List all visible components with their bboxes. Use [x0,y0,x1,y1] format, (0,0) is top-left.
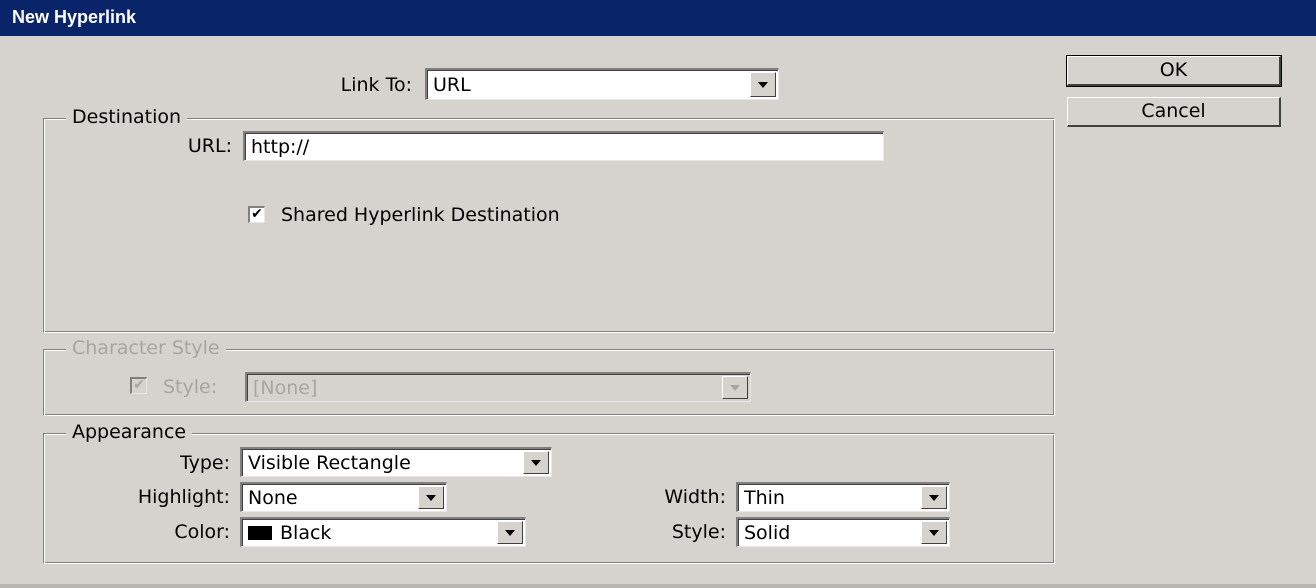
border-style-value: Solid [744,521,791,544]
type-label: Type: [179,452,230,474]
color-select[interactable]: Black [240,517,526,547]
appearance-legend: Appearance [66,421,193,443]
character-style-checkbox[interactable]: ✔ [130,377,147,394]
destination-legend: Destination [66,106,188,128]
border-style-select[interactable]: Solid [736,517,950,547]
chevron-down-icon[interactable] [921,486,947,509]
character-style-label: Style: [163,376,218,398]
highlight-select[interactable]: None [240,482,447,512]
shared-destination-label: Shared Hyperlink Destination [281,204,560,226]
color-label: Color: [174,521,230,543]
link-to-value: URL [433,73,471,96]
type-value: Visible Rectangle [248,451,411,474]
highlight-label: Highlight: [137,486,230,508]
chevron-down-icon[interactable] [418,486,444,509]
chevron-down-icon[interactable] [722,376,748,399]
width-value: Thin [744,486,785,509]
highlight-value: None [248,486,298,509]
ok-button[interactable]: OK [1066,55,1282,87]
character-style-select[interactable]: [None] [245,372,751,402]
url-input[interactable]: http:// [243,131,884,161]
character-style-legend: Character Style [66,337,226,359]
width-label: Width: [664,486,726,508]
link-to-label: Link To: [340,74,412,96]
title-bar[interactable]: New Hyperlink [0,0,1316,36]
url-label: URL: [187,135,232,157]
type-select[interactable]: Visible Rectangle [240,447,552,477]
link-to-select[interactable]: URL [425,68,779,100]
chevron-down-icon[interactable] [523,451,549,474]
character-style-value: [None] [253,376,318,399]
chevron-down-icon[interactable] [497,521,523,544]
dialog-bottom-edge [0,584,1316,588]
window-title: New Hyperlink [12,7,137,27]
border-style-label: Style: [671,521,726,543]
chevron-down-icon[interactable] [750,72,776,97]
chevron-down-icon[interactable] [921,521,947,544]
color-value: Black [280,521,332,544]
width-select[interactable]: Thin [736,482,950,512]
shared-destination-checkbox[interactable]: ✔ [248,206,265,223]
url-value: http:// [251,135,310,158]
cancel-button[interactable]: Cancel [1067,97,1281,127]
color-swatch [248,525,272,540]
